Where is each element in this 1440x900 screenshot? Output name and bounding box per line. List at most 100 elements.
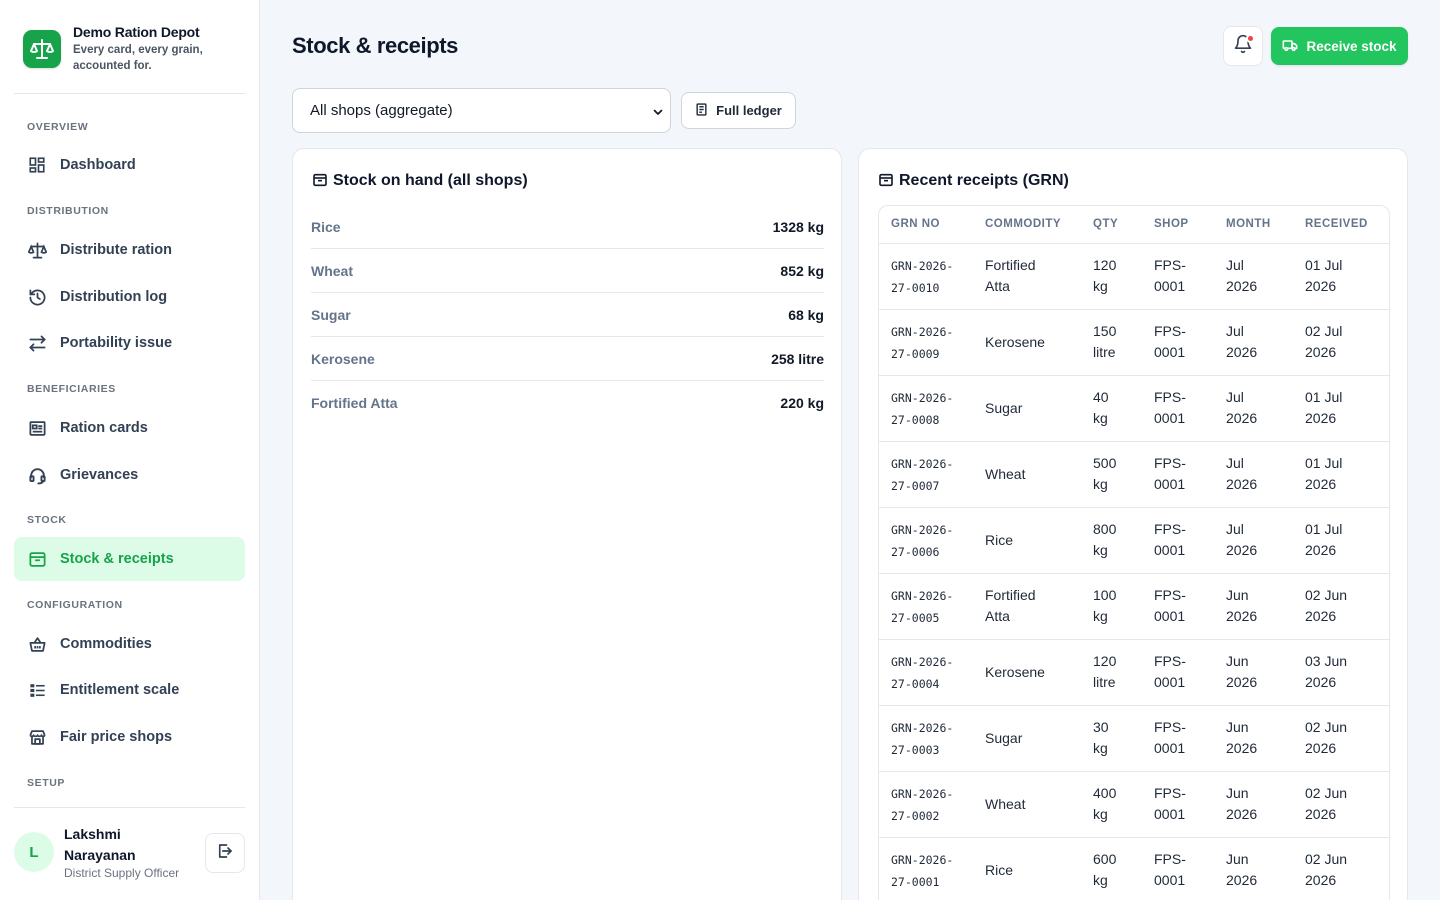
sidebar-item-label: Ration cards — [60, 420, 148, 436]
grn-number-cell: GRN-2026- 27-0007 — [891, 457, 954, 493]
sidebar: Demo Ration Depot Every card, every grai… — [0, 0, 260, 900]
table-row: GRN-2026- 27-0005 Fortified Atta 100 kg FPS- 00… — [879, 574, 1389, 640]
stock-row: Rice 1328 kg — [311, 205, 824, 249]
stock-commodity: Wheat — [311, 262, 353, 279]
stock-row: Sugar 68 kg — [311, 293, 824, 337]
quantity-cell: 600 kg — [1093, 851, 1117, 888]
received-cell: 01 Jul 2026 — [1305, 389, 1343, 426]
table-row: GRN-2026- 27-0004 Kerosene 120 litre FPS- 0001… — [879, 640, 1389, 706]
notifications-button[interactable] — [1223, 26, 1263, 66]
commodity-cell: Wheat — [985, 466, 1026, 482]
month-cell: Jul 2026 — [1226, 521, 1258, 558]
grn-number-cell: GRN-2026- 27-0002 — [891, 787, 954, 823]
brand: Demo Ration Depot Every card, every grai… — [14, 22, 245, 94]
stock-commodity: Rice — [311, 218, 341, 235]
month-cell: Jul 2026 — [1226, 389, 1258, 426]
shop-cell: FPS- 0001 — [1154, 521, 1186, 558]
receive-stock-button[interactable]: Receive stock — [1271, 27, 1408, 65]
avatar: L — [14, 832, 54, 872]
grn-number-cell: GRN-2026- 27-0010 — [891, 259, 954, 295]
table-row: GRN-2026- 27-0006 Rice 800 kg FPS- 0001 Jul 2026… — [879, 508, 1389, 574]
sidebar-item-portability-issue[interactable]: Portability issue — [14, 321, 245, 365]
received-cell: 02 Jun 2026 — [1305, 587, 1348, 624]
stock-on-hand-card: Stock on hand (all shops) Rice 1328 kg W… — [292, 148, 842, 900]
archive-box-icon — [312, 169, 328, 193]
stock-row: Fortified Atta 220 kg — [311, 381, 824, 425]
grn-number-cell: GRN-2026- 27-0008 — [891, 391, 954, 427]
shop-cell: FPS- 0001 — [1154, 851, 1186, 888]
received-cell: 02 Jul 2026 — [1305, 323, 1343, 360]
received-cell: 02 Jun 2026 — [1305, 785, 1348, 822]
scale-icon — [27, 240, 47, 260]
stock-quantity: 68 kg — [788, 306, 824, 323]
sidebar-item-label: Portability issue — [60, 335, 173, 351]
sidebar-item-entitlement-scale[interactable]: Entitlement scale — [14, 668, 245, 712]
month-cell: Jun 2026 — [1226, 851, 1258, 888]
truck-icon — [1282, 37, 1298, 56]
section-configuration: CONFIGURATION — [27, 599, 123, 611]
received-cell: 01 Jul 2026 — [1305, 257, 1343, 294]
receive-stock-label: Receive stock — [1306, 38, 1397, 54]
sidebar-item-commodities[interactable]: Commodities — [14, 622, 245, 666]
shop-cell: FPS- 0001 — [1154, 257, 1186, 294]
stock-quantity: 852 kg — [780, 262, 824, 279]
column-header-shop: SHOP — [1154, 218, 1189, 230]
column-header-commodity: COMMODITY — [985, 218, 1062, 230]
notification-dot — [1246, 34, 1255, 43]
table-row: GRN-2026- 27-0003 Sugar 30 kg FPS- 0001 Jun 2026… — [879, 706, 1389, 772]
sidebar-item-label: Entitlement scale — [60, 682, 180, 698]
sidebar-item-distribute-ration[interactable]: Distribute ration — [14, 228, 245, 272]
list-icon — [27, 680, 47, 700]
card-icon — [27, 418, 47, 438]
grn-number-cell: GRN-2026- 27-0009 — [891, 325, 954, 361]
column-header-qty: QTY — [1093, 218, 1119, 230]
column-header-grn: GRN NO — [891, 218, 940, 230]
store-icon — [27, 727, 47, 747]
grn-number-cell: GRN-2026- 27-0004 — [891, 655, 954, 691]
sidebar-item-label: Commodities — [60, 636, 152, 652]
quantity-cell: 150 litre — [1093, 323, 1117, 360]
commodity-cell: Kerosene — [985, 664, 1045, 680]
sidebar-item-distribution-log[interactable]: Distribution log — [14, 275, 245, 319]
table-row: GRN-2026- 27-0009 Kerosene 150 litre FPS- 0001… — [879, 310, 1389, 376]
received-cell: 01 Jul 2026 — [1305, 455, 1343, 492]
sidebar-item-label: Fair price shops — [60, 729, 173, 745]
commodity-cell: Wheat — [985, 796, 1026, 812]
section-beneficiaries: BENEFICIARIES — [27, 383, 116, 395]
stock-row: Kerosene 258 litre — [311, 337, 824, 381]
full-ledger-button[interactable]: Full ledger — [681, 92, 796, 129]
brand-tagline: Every card, every grain, accounted for. — [73, 44, 203, 72]
stock-commodity: Sugar — [311, 306, 351, 323]
quantity-cell: 500 kg — [1093, 455, 1117, 492]
commodity-cell: Rice — [985, 532, 1014, 548]
grn-number-cell: GRN-2026- 27-0005 — [891, 589, 954, 625]
received-cell: 01 Jul 2026 — [1305, 521, 1343, 558]
sidebar-item-grievances[interactable]: Grievances — [14, 453, 245, 497]
shop-cell: FPS- 0001 — [1154, 389, 1186, 426]
commodity-cell: Kerosene — [985, 334, 1045, 350]
column-header-month: MONTH — [1226, 218, 1271, 230]
dashboard-icon — [27, 155, 47, 175]
shop-select[interactable]: All shops (aggregate) — [292, 88, 671, 133]
sidebar-item-ration-cards[interactable]: Ration cards — [14, 406, 245, 450]
sidebar-item-fair-price-shops[interactable]: Fair price shops — [14, 715, 245, 759]
quantity-cell: 120 litre — [1093, 653, 1117, 690]
logout-icon — [216, 842, 234, 865]
sidebar-item-dashboard[interactable]: Dashboard — [14, 143, 245, 187]
receipts-card-title: Recent receipts (GRN) — [878, 169, 1069, 193]
stock-commodity: Kerosene — [311, 350, 375, 367]
section-setup: SETUP — [27, 777, 66, 789]
logout-button[interactable] — [205, 833, 245, 873]
shop-cell: FPS- 0001 — [1154, 653, 1186, 690]
commodity-cell: Fortified Atta — [985, 587, 1036, 624]
commodity-cell: Sugar — [985, 400, 1023, 416]
sidebar-item-stock-receipts[interactable]: Stock & receipts — [14, 537, 245, 581]
receipts-table: GRN NO COMMODITY QTY SHOP MONTH RECEIVED… — [878, 205, 1390, 900]
section-stock: STOCK — [27, 514, 67, 526]
received-cell: 02 Jun 2026 — [1305, 719, 1348, 756]
table-row: GRN-2026- 27-0002 Wheat 400 kg FPS- 0001 Jun 202… — [879, 772, 1389, 838]
sidebar-item-label: Distribution log — [60, 289, 168, 305]
quantity-cell: 40 kg — [1093, 389, 1109, 426]
shop-cell: FPS- 0001 — [1154, 455, 1186, 492]
archive-box-icon — [27, 549, 47, 569]
